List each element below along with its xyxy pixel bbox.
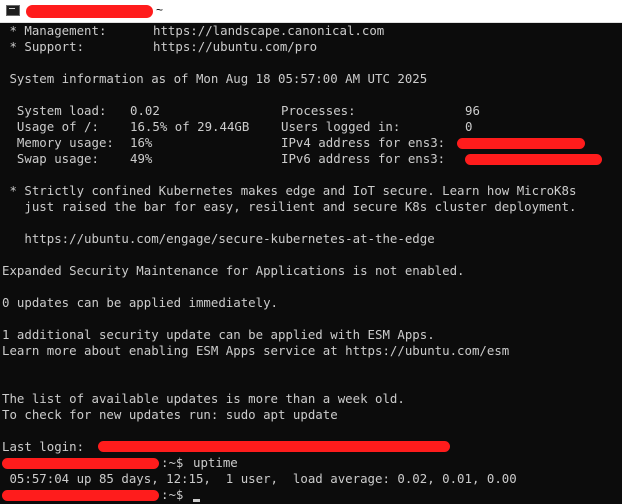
memory-usage-label: Memory usage: (2, 135, 114, 150)
title-redaction (26, 5, 153, 18)
k8s-url-line: https://ubuntu.com/engage/secure-kuberne… (2, 231, 435, 246)
support-label: * Support: (2, 39, 85, 54)
text-cursor (193, 499, 200, 502)
usage-value: 16.5% of 29.44GB (130, 119, 250, 134)
ipv6-redaction (465, 154, 602, 165)
management-line: * Management: https://landscape.canonica… (2, 23, 384, 39)
ipv4-redaction (457, 138, 585, 149)
usage-label: Usage of /: (2, 119, 99, 134)
swap-usage-label: Swap usage: (2, 151, 99, 166)
uptime-output-line: 05:57:04 up 85 days, 12:15, 1 user, load… (2, 471, 517, 486)
k8s-line-2: just raised the bar for easy, resilient … (2, 199, 577, 214)
processes-label: Processes: (281, 103, 356, 118)
support-line: * Support: https://ubuntu.com/pro (2, 39, 317, 55)
esm-learn-line: Learn more about enabling ESM Apps servi… (2, 343, 510, 358)
prompt-suffix: :~$ (161, 455, 184, 470)
terminal-window: ~ * Management: https://landscape.canoni… (0, 0, 622, 504)
last-login-label: Last login: (2, 439, 85, 454)
last-login-redaction (98, 441, 450, 452)
last-login-line: Last login: (2, 439, 450, 455)
esm-update-line: 1 additional security update can be appl… (2, 327, 435, 342)
memory-usage-value: 16% (130, 135, 153, 150)
k8s-line-1: * Strictly confined Kubernetes makes edg… (2, 183, 577, 198)
current-prompt-suffix: :~$ (161, 487, 184, 502)
swap-line: Swap usage: 49% IPv6 address for ens3: (2, 151, 602, 167)
swap-usage-value: 49% (130, 151, 153, 166)
terminal-app-icon (6, 5, 20, 16)
prompt-line: :~$ uptime (2, 455, 238, 471)
check-updates-line: To check for new updates run: sudo apt u… (2, 407, 338, 422)
current-prompt-user-redaction (2, 490, 159, 501)
terminal-output[interactable]: * Management: https://landscape.canonica… (2, 23, 622, 504)
system-load-label: System load: (2, 103, 107, 118)
list-old-line: The list of available updates is more th… (2, 391, 405, 406)
support-url: https://ubuntu.com/pro (153, 39, 318, 54)
prompt-user-redaction (2, 458, 159, 469)
current-prompt-line: :~$ (2, 487, 200, 503)
management-url: https://landscape.canonical.com (153, 23, 385, 38)
system-load-value: 0.02 (130, 103, 160, 118)
system-load-line: System load: 0.02 Processes: 96 (2, 103, 480, 119)
users-logged-in-label: Users logged in: (281, 119, 401, 134)
command-text: uptime (193, 455, 238, 470)
processes-value: 96 (465, 103, 480, 118)
window-title-suffix: ~ (156, 3, 164, 17)
esm-status-line: Expanded Security Maintenance for Applic… (2, 263, 465, 278)
title-bar[interactable]: ~ (0, 0, 622, 23)
ipv4-label: IPv4 address for ens3: (281, 135, 446, 150)
system-info-line: System information as of Mon Aug 18 05:5… (2, 71, 428, 86)
users-logged-in-value: 0 (465, 119, 473, 134)
memory-line: Memory usage: 16% IPv4 address for ens3: (2, 135, 585, 151)
usage-line: Usage of /: 16.5% of 29.44GB Users logge… (2, 119, 473, 135)
ipv6-label: IPv6 address for ens3: (281, 151, 446, 166)
updates-now-line: 0 updates can be applied immediately. (2, 295, 279, 310)
management-label: * Management: (2, 23, 107, 38)
